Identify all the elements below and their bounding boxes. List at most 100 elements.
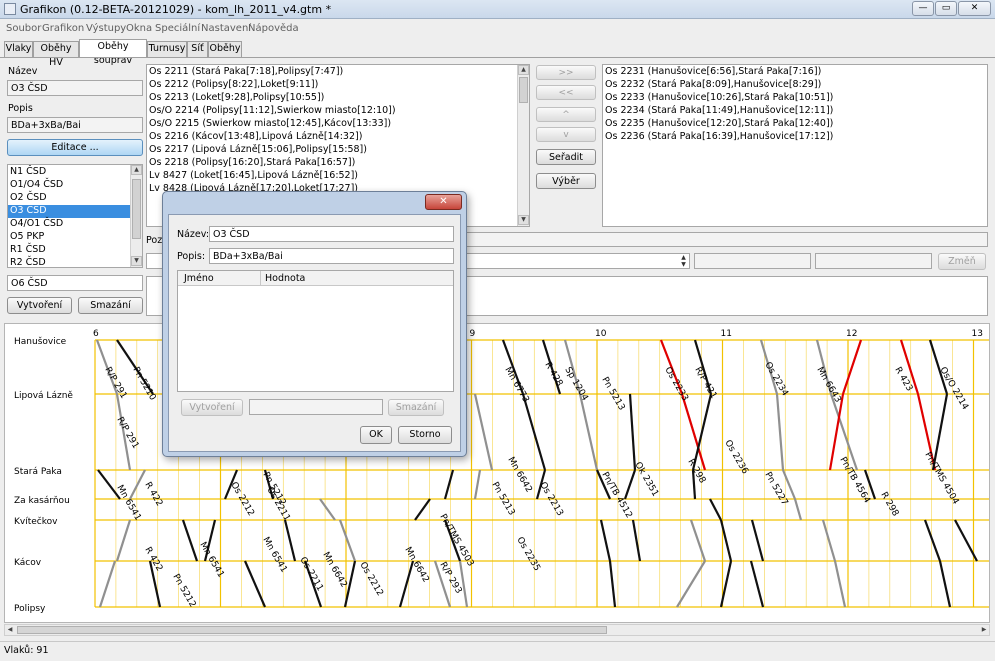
scroll-down-icon[interactable]: ▼ (131, 256, 142, 266)
list-item[interactable]: O4/O1 ČSD (8, 218, 130, 231)
list-item[interactable]: Os/O 2214 (Polipsy[11:12],Swierkow miast… (147, 105, 517, 118)
position-field[interactable] (466, 232, 988, 247)
spinner-icon[interactable]: ▲ ▼ (678, 254, 689, 268)
dialog-attribute-input[interactable] (249, 399, 383, 415)
tab-turnusy[interactable]: Turnusy (147, 41, 187, 57)
tab-obehy-souprav[interactable]: Oběhy souprav (79, 39, 147, 66)
train-line (578, 393, 599, 471)
remove-all-button[interactable]: << (536, 85, 596, 100)
list-item[interactable]: O5 PKP (8, 231, 130, 244)
list-item[interactable]: R2 ČSD (8, 257, 130, 267)
menu-grafikon[interactable]: Grafikon (42, 23, 84, 34)
train-label: Mn 6642 (320, 551, 348, 590)
status-bar: Vlaků: 91 (0, 641, 995, 661)
train-label: Mn 6643 (814, 366, 842, 405)
scroll-right-icon[interactable]: ▶ (979, 625, 989, 635)
dialog-name-input[interactable]: O3 ČSD (209, 226, 454, 242)
close-window-button[interactable]: ✕ (958, 1, 991, 16)
tab-obehy-hv[interactable]: Oběhy HV (33, 41, 79, 68)
list-item[interactable]: O1/O4 ČSD (8, 179, 130, 192)
circulation-trains-list[interactable]: Os 2231 (Hanušovice[6:56],Stará Paka[7:1… (602, 64, 988, 227)
vertical-scrollbar[interactable]: ▲ ▼ (130, 165, 142, 267)
to-station-select[interactable] (815, 253, 932, 269)
station-label: Kvítečkov (14, 516, 58, 527)
list-item[interactable]: N1 ČSD (8, 166, 130, 179)
column-hodnota[interactable]: Hodnota (265, 273, 305, 284)
scroll-up-icon[interactable]: ▲ (131, 165, 142, 175)
graph-canvas[interactable]: Hanušovice Lipová Lázně Stará Paka Za kasár… (5, 324, 990, 623)
attributes-table[interactable]: Jméno Hodnota (177, 270, 454, 392)
list-item[interactable]: Os 2235 (Hanušovice[12:20],Stará Paka[12… (603, 118, 987, 131)
list-item[interactable]: Os 2231 (Hanušovice[6:56],Stará Paka[7:1… (603, 66, 987, 79)
train-graph[interactable]: Hanušovice Lipová Lázně Stará Paka Za kasár… (4, 323, 990, 623)
close-icon[interactable]: ✕ (425, 194, 462, 210)
menu-nastaveni[interactable]: Nastavení (201, 23, 251, 34)
list-item[interactable]: Os 2232 (Stará Paka[8:09],Hanušovice[8:2… (603, 79, 987, 92)
menu-specialni[interactable]: Speciální (155, 23, 200, 34)
list-item[interactable]: Os 2212 (Polipsy[8:22],Loket[9:11]) (147, 79, 517, 92)
train-label: Mn 6541 (260, 536, 288, 575)
list-item[interactable]: Os 2213 (Loket[9:28],Polipsy[10:55]) (147, 92, 517, 105)
train-label: Pn 5212 (170, 573, 197, 610)
train-line (833, 560, 847, 608)
train-label: Os 2235 (514, 536, 541, 574)
from-station-select[interactable] (694, 253, 811, 269)
move-up-button[interactable]: ^ (536, 107, 596, 122)
tab-obehy[interactable]: Oběhy (208, 41, 242, 57)
circulation-list[interactable]: N1 ČSD O1/O4 ČSD O2 ČSD O3 ČSD O4/O1 ČSD… (7, 164, 143, 268)
list-item[interactable]: Lv 8427 (Loket[16:45],Lipová Lázně[16:52… (147, 170, 517, 183)
circulation-items: N1 ČSD O1/O4 ČSD O2 ČSD O3 ČSD O4/O1 ČSD… (8, 165, 130, 267)
list-item[interactable]: Os 2218 (Polipsy[16:20],Stará Paka[16:57… (147, 157, 517, 170)
new-circulation-input[interactable]: O6 ČSD (7, 275, 143, 291)
scroll-thumb[interactable] (132, 179, 141, 239)
list-item[interactable]: Os 2233 (Hanušovice[10:26],Stará Paka[10… (603, 92, 987, 105)
list-item[interactable]: Os 2211 (Stará Paka[7:18],Polipsy[7:47]) (147, 66, 517, 79)
scroll-left-icon[interactable]: ◀ (5, 625, 15, 635)
menu-napoveda[interactable]: Nápověda (248, 23, 299, 34)
select-button[interactable]: Výběr (536, 173, 596, 189)
tab-vlaky[interactable]: Vlaky (4, 41, 33, 57)
dialog-delete-button[interactable]: Smazání (388, 399, 444, 416)
list-item[interactable]: Os 2216 (Kácov[13:48],Lipová Lázně[14:32… (147, 131, 517, 144)
train-line (398, 560, 415, 608)
menu-soubor[interactable]: Soubor (6, 23, 41, 34)
list-item[interactable]: R1 ČSD (8, 244, 130, 257)
horizontal-scrollbar[interactable]: ◀ ▶ (4, 624, 990, 636)
maximize-button[interactable]: ▭ (935, 1, 957, 16)
dialog-create-button[interactable]: Vytvoření (181, 399, 243, 416)
minimize-button[interactable]: — (912, 1, 934, 16)
train-line (181, 519, 199, 562)
station-label: Stará Paka (14, 467, 62, 477)
menu-okna[interactable]: Okna (126, 23, 152, 34)
delete-button[interactable]: Smazání (78, 297, 143, 314)
create-button[interactable]: Vytvoření (7, 297, 72, 314)
scroll-thumb[interactable] (17, 626, 607, 634)
scroll-up-icon[interactable]: ▲ (518, 65, 529, 75)
cancel-button[interactable]: Storno (398, 426, 452, 444)
list-item-selected[interactable]: O3 ČSD (8, 205, 130, 218)
list-item[interactable]: Os 2217 (Lipová Lázně[15:06],Polipsy[15:… (147, 144, 517, 157)
train-line (793, 498, 803, 521)
description-field[interactable]: BDa+3xBa/Bai (7, 117, 143, 133)
scroll-thumb[interactable] (519, 77, 528, 103)
menu-vystupy[interactable]: Výstupy (86, 23, 126, 34)
move-down-button[interactable]: v (536, 127, 596, 142)
name-field[interactable]: O3 ČSD (7, 80, 143, 96)
edit-button[interactable]: Editace ... (7, 139, 143, 156)
list-item[interactable]: O2 ČSD (8, 192, 130, 205)
vertical-scrollbar[interactable]: ▲ ▼ (517, 65, 529, 226)
train-label: Os 2212 (357, 561, 384, 599)
list-item[interactable]: Os 2234 (Stará Paka[11:49],Hanušovice[12… (603, 105, 987, 118)
list-item[interactable]: Os 2236 (Stará Paka[16:39],Hanušovice[17… (603, 131, 987, 144)
sort-button[interactable]: Seřadit (536, 149, 596, 165)
tab-sit[interactable]: Síť (187, 41, 208, 57)
list-item[interactable]: Os/O 2215 (Swierkow miasto[12:45],Kácov[… (147, 118, 517, 131)
train-label: R 422 (142, 546, 164, 574)
scroll-down-icon[interactable]: ▼ (518, 215, 529, 225)
column-jmeno[interactable]: Jméno (184, 273, 214, 284)
dialog-desc-input[interactable]: BDa+3xBa/Bai (209, 248, 454, 264)
add-all-button[interactable]: >> (536, 65, 596, 80)
train-label: R 298 (685, 458, 707, 486)
change-button[interactable]: Změň (938, 253, 986, 270)
ok-button[interactable]: OK (360, 426, 392, 444)
